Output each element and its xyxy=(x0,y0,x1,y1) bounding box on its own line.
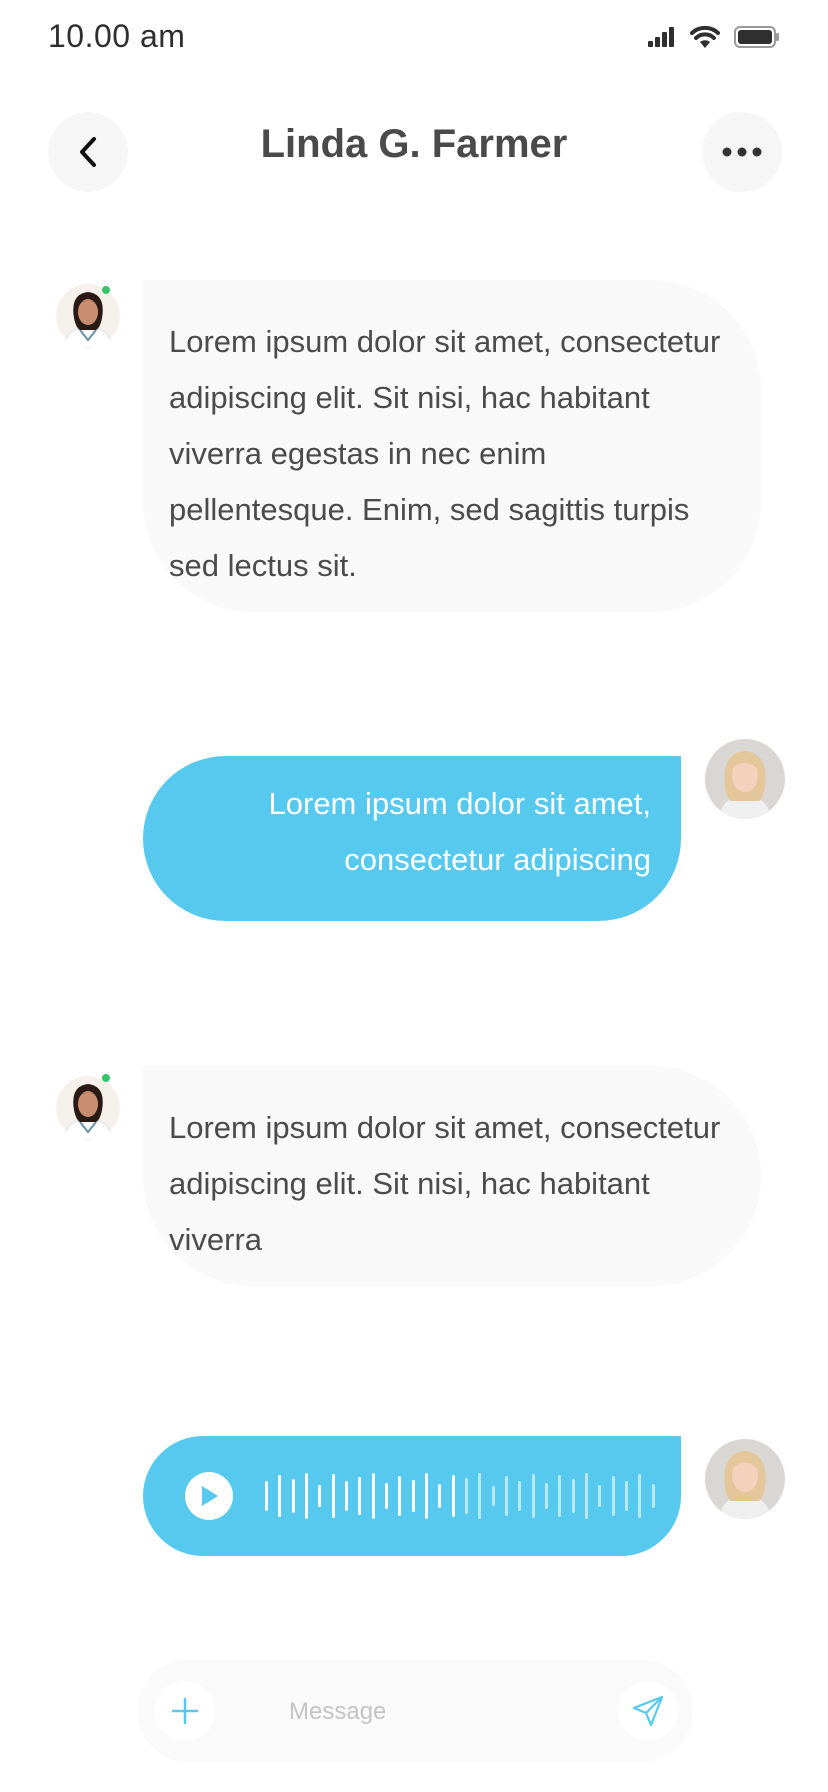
waveform-bar xyxy=(598,1485,602,1507)
waveform-bar xyxy=(278,1475,282,1517)
user-avatar[interactable] xyxy=(705,739,785,819)
add-attachment-button[interactable] xyxy=(155,1681,215,1741)
waveform-bar xyxy=(571,1479,575,1513)
doctor-portrait-icon xyxy=(56,1076,120,1140)
waveform-bar xyxy=(585,1473,588,1519)
user-portrait-icon xyxy=(705,739,785,819)
waveform-bar xyxy=(345,1481,348,1511)
waveform-bar xyxy=(331,1474,335,1518)
waveform-bar xyxy=(465,1478,468,1514)
waveform-bar xyxy=(385,1483,388,1509)
message-text: Lorem ipsum dolor sit amet, consectetur … xyxy=(268,786,651,877)
more-horizontal-icon xyxy=(722,147,762,157)
send-icon xyxy=(632,1695,664,1727)
message-text: Lorem ipsum dolor sit amet, consectetur … xyxy=(169,1110,721,1257)
waveform-bar xyxy=(265,1481,268,1511)
incoming-message-bubble: Lorem ipsum dolor sit amet, consectetur … xyxy=(143,1066,761,1286)
outgoing-message-bubble: Lorem ipsum dolor sit amet, consectetur … xyxy=(143,756,681,921)
waveform-bar xyxy=(305,1473,308,1519)
status-icons xyxy=(648,20,780,54)
waveform-bar xyxy=(518,1481,522,1511)
waveform-bar xyxy=(438,1484,442,1508)
plus-icon xyxy=(171,1697,199,1725)
waveform-bar xyxy=(411,1480,415,1512)
voice-waveform[interactable] xyxy=(265,1436,665,1556)
message-input[interactable] xyxy=(287,1688,591,1736)
waveform-bar xyxy=(625,1481,628,1511)
waveform-bar xyxy=(505,1476,508,1516)
waveform-bar xyxy=(451,1475,455,1517)
waveform-bar xyxy=(491,1486,495,1506)
waveform-bar xyxy=(425,1473,428,1519)
wifi-icon xyxy=(690,26,720,48)
waveform-bar xyxy=(611,1476,615,1516)
waveform-bar xyxy=(318,1485,322,1507)
waveform-bar xyxy=(358,1477,362,1515)
waveform-bar xyxy=(531,1474,535,1518)
waveform-bar xyxy=(371,1473,375,1519)
battery-icon xyxy=(734,26,779,48)
incoming-message-bubble: Lorem ipsum dolor sit amet, consectetur … xyxy=(143,280,761,612)
status-time: 10.00 am xyxy=(48,18,186,54)
waveform-bar xyxy=(398,1476,402,1516)
waveform-bar xyxy=(638,1474,642,1518)
more-options-button[interactable] xyxy=(702,112,782,192)
message-text: Lorem ipsum dolor sit amet, consectetur … xyxy=(169,324,721,583)
send-button[interactable] xyxy=(618,1681,678,1741)
waveform-bar xyxy=(478,1473,482,1519)
message-composer xyxy=(137,1660,693,1762)
signal-icon xyxy=(648,27,674,47)
doctor-portrait-icon xyxy=(56,284,120,348)
waveform-bar xyxy=(545,1483,548,1509)
voice-message-bubble xyxy=(143,1436,681,1556)
online-status-dot xyxy=(102,1074,110,1082)
online-status-dot xyxy=(102,286,110,294)
play-button[interactable] xyxy=(185,1472,233,1520)
doctor-avatar[interactable] xyxy=(56,1076,120,1140)
user-avatar[interactable] xyxy=(705,1439,785,1519)
play-icon xyxy=(202,1486,218,1506)
waveform-bar xyxy=(291,1479,295,1513)
user-portrait-icon xyxy=(705,1439,785,1519)
waveform-bar xyxy=(651,1484,655,1508)
waveform-bar xyxy=(558,1475,562,1517)
doctor-avatar[interactable] xyxy=(56,284,120,348)
